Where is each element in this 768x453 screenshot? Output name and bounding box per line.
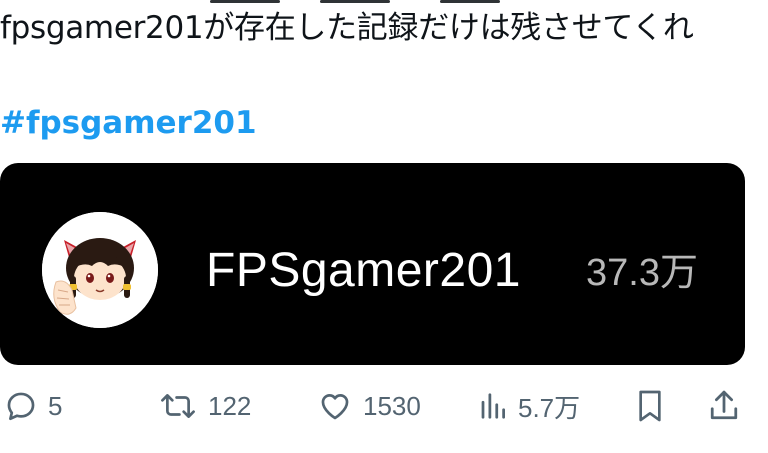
post-text: fpsgamer201が存在した記録だけは残させてくれ: [0, 10, 694, 46]
share-icon: [707, 388, 741, 424]
previous-content-sliver: [210, 0, 510, 4]
channel-name: FPSgamer201: [206, 244, 521, 297]
subscriber-count: 37.3万: [586, 252, 698, 294]
repost-button[interactable]: 122: [158, 384, 251, 428]
repost-count: 122: [208, 390, 252, 421]
share-button[interactable]: [707, 384, 741, 428]
repost-icon: [158, 389, 198, 423]
bar-chart-icon: [478, 389, 508, 423]
reply-count: 5: [48, 390, 63, 421]
reply-button[interactable]: 5: [4, 384, 62, 428]
views-count: 5.7万: [518, 392, 581, 423]
views-button[interactable]: 5.7万: [478, 384, 580, 428]
heart-icon: [317, 389, 353, 423]
yukkuri-avatar-icon: [42, 212, 158, 328]
channel-avatar: [42, 212, 158, 328]
like-count: 1530: [363, 390, 421, 421]
post-page: fpsgamer201が存在した記録だけは残させてくれ #fpsgamer201: [0, 0, 768, 453]
post-action-bar: 5 122 1530 5.7万: [0, 384, 768, 428]
bookmark-icon: [634, 388, 666, 424]
like-button[interactable]: 1530: [317, 384, 421, 428]
bookmark-button[interactable]: [634, 384, 666, 428]
youtube-channel-card[interactable]: FPSgamer201 37.3万: [0, 163, 745, 365]
hashtag-link[interactable]: #fpsgamer201: [0, 101, 257, 145]
reply-icon: [4, 389, 38, 423]
